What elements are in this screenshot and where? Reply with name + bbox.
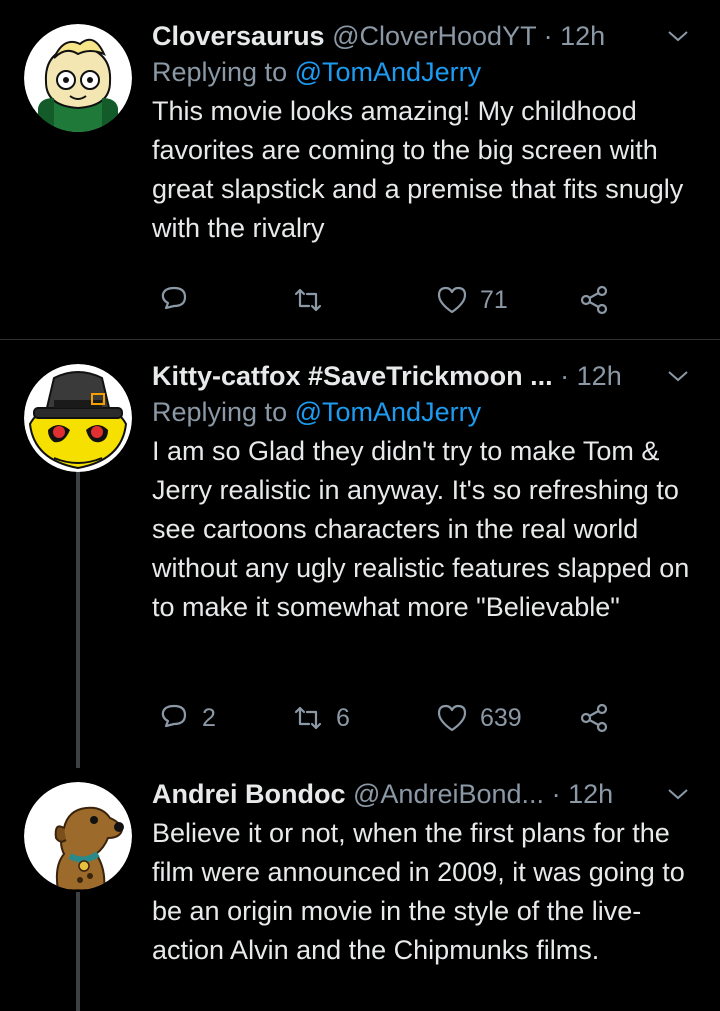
replying-to: Replying to @TomAndJerry <box>152 54 696 90</box>
display-name[interactable]: Cloversaurus <box>152 21 325 51</box>
like-count: 639 <box>480 703 522 732</box>
tweet-header: Cloversaurus @CloverHoodYT · 12h <box>152 18 696 54</box>
user-handle[interactable]: @AndreiBond... <box>353 779 544 809</box>
avatar[interactable] <box>24 364 132 472</box>
display-name[interactable]: Kitty-catfox #SaveTrickmoon ... <box>152 361 553 391</box>
tweet-text: I am so Glad they didn't try to make Tom… <box>152 436 690 622</box>
like-button[interactable]: 639 <box>436 698 522 738</box>
avatar[interactable] <box>24 24 132 132</box>
reply-button[interactable]: 2 <box>158 698 216 738</box>
heart-icon <box>437 286 467 314</box>
chevron-down-icon[interactable] <box>666 782 690 806</box>
retweet-icon <box>294 288 322 312</box>
tweet-divider <box>0 339 720 340</box>
replying-to: Replying to @TomAndJerry <box>152 394 696 430</box>
timestamp[interactable]: 12h <box>568 779 613 809</box>
reply-icon <box>161 286 187 310</box>
separator-dot: · <box>551 779 561 809</box>
replying-mention[interactable]: @TomAndJerry <box>295 397 481 427</box>
tweet-actions: 71 <box>152 280 622 320</box>
tweet-header: Kitty-catfox #SaveTrickmoon ... · 12h <box>152 358 696 394</box>
thread-connector-line <box>76 892 80 1011</box>
retweet-button[interactable]: 6 <box>292 698 350 738</box>
reply-button[interactable] <box>158 280 202 320</box>
reply-count: 2 <box>202 703 216 732</box>
share-button[interactable] <box>578 280 610 320</box>
share-icon <box>580 285 608 315</box>
tweet-header: Andrei Bondoc @AndreiBond... · 12h <box>152 776 696 812</box>
chevron-down-icon[interactable] <box>666 24 690 48</box>
timestamp[interactable]: 12h <box>577 361 622 391</box>
tweet-text: This movie looks amazing! My childhood f… <box>152 96 684 243</box>
chevron-down-icon[interactable] <box>666 364 690 388</box>
avatar-image-andrei <box>24 782 132 890</box>
share-icon <box>580 703 608 733</box>
replying-prefix: Replying to <box>152 57 288 87</box>
thread-connector-line <box>76 468 80 768</box>
avatar[interactable] <box>24 782 132 890</box>
retweet-icon <box>294 706 322 730</box>
replying-mention[interactable]: @TomAndJerry <box>295 57 481 87</box>
retweet-button[interactable] <box>292 280 336 320</box>
like-count: 71 <box>480 285 508 314</box>
user-handle[interactable]: @CloverHoodYT <box>332 21 536 51</box>
heart-icon <box>437 704 467 732</box>
timestamp[interactable]: 12h <box>560 21 605 51</box>
display-name[interactable]: Andrei Bondoc <box>152 779 346 809</box>
reply-icon <box>161 704 187 728</box>
retweet-count: 6 <box>336 703 350 732</box>
like-button[interactable]: 71 <box>436 280 508 320</box>
tweet-text: Believe it or not, when the first plans … <box>152 818 685 965</box>
separator-dot: · <box>560 361 570 391</box>
separator-dot: · <box>543 21 553 51</box>
share-button[interactable] <box>578 698 610 738</box>
tweet-actions: 2 6 639 <box>152 698 622 738</box>
avatar-image-cloversaurus <box>24 24 132 132</box>
avatar-image-kittycatfox <box>24 364 132 472</box>
replying-prefix: Replying to <box>152 397 288 427</box>
